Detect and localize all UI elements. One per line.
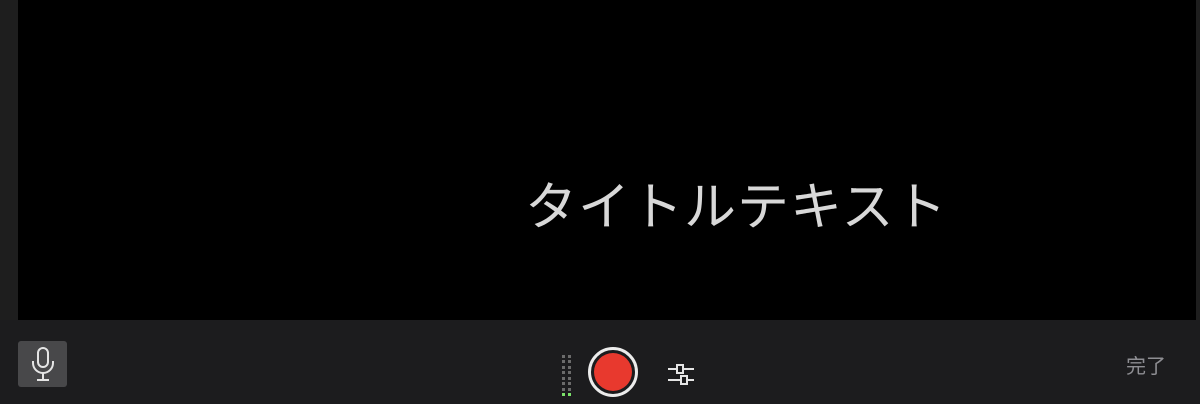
microphone-button[interactable] <box>18 341 67 387</box>
done-button[interactable]: 完了 <box>1126 352 1166 380</box>
left-edge <box>0 0 18 320</box>
level-segment <box>562 371 565 374</box>
level-segment <box>568 365 571 369</box>
microphone-icon <box>31 347 54 381</box>
audio-level-meter <box>562 352 574 396</box>
level-segment <box>568 371 571 374</box>
level-segment <box>562 376 565 380</box>
level-segment <box>568 354 571 358</box>
level-segment <box>562 387 565 391</box>
right-edge <box>1196 0 1200 320</box>
level-segment <box>568 387 571 391</box>
level-segment <box>562 365 565 369</box>
sliders-icon <box>668 364 694 385</box>
level-segment <box>562 393 565 396</box>
level-segment <box>568 393 571 396</box>
settings-button[interactable] <box>664 360 698 388</box>
level-segment <box>568 360 571 363</box>
level-segment <box>568 376 571 380</box>
level-meter-left <box>562 352 565 396</box>
title-text: タイトルテキスト <box>525 178 948 238</box>
level-segment <box>562 354 565 358</box>
level-segment <box>562 382 565 385</box>
level-segment <box>562 360 565 363</box>
level-segment <box>568 382 571 385</box>
record-icon <box>594 353 632 391</box>
video-preview <box>18 0 1196 320</box>
record-button[interactable] <box>588 347 638 397</box>
bottom-toolbar: 完了 <box>0 320 1200 404</box>
level-meter-right <box>568 352 571 396</box>
recording-screen: タイトルテキスト 完了 <box>0 0 1200 404</box>
